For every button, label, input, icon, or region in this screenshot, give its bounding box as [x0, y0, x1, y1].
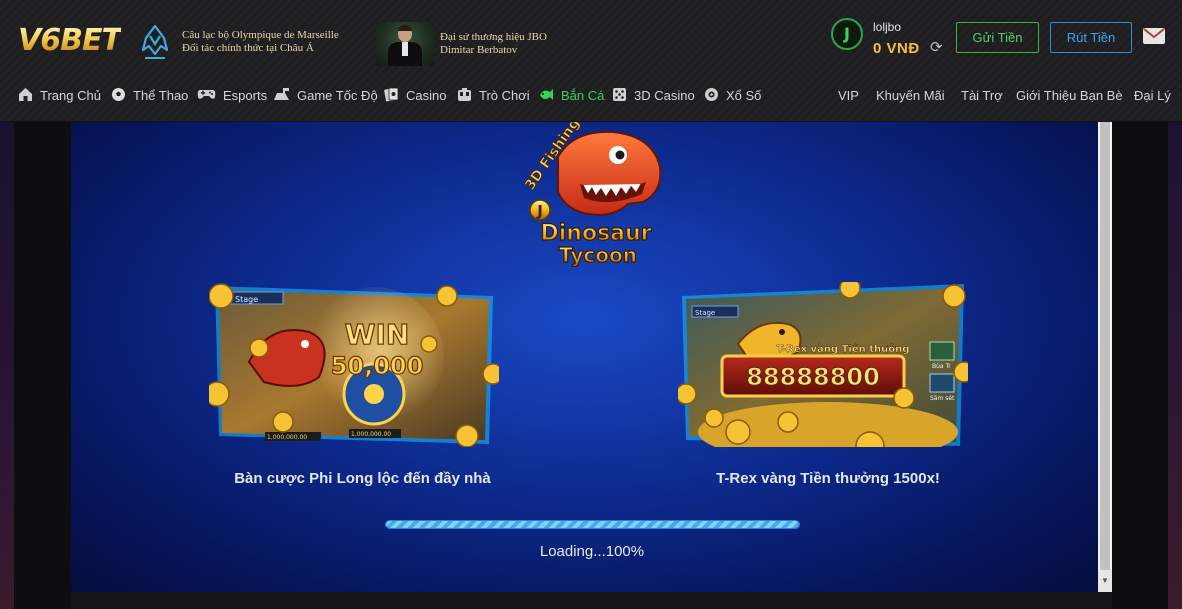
ambassador-text: Đại sứ thương hiệu JBO Dimitar Berbatov: [440, 31, 547, 57]
nav-item-speed-games[interactable]: Game Tốc Độ: [273, 87, 378, 105]
nav-item-promotions[interactable]: Khuyến Mãi: [876, 87, 945, 105]
refresh-icon[interactable]: ⟳: [930, 38, 943, 56]
panel-left-chips: 1,000,000.00: [267, 434, 307, 441]
nav-item-referral[interactable]: Giới Thiệu Bạn Bè: [1016, 87, 1123, 105]
ambassador-line2: Dimitar Berbatov: [440, 44, 518, 56]
home-icon: [19, 88, 32, 101]
slot-machine-icon: [458, 88, 471, 101]
nav-item-sports[interactable]: Thể Thao: [111, 87, 188, 105]
nav-item-agent[interactable]: Đại Lý: [1134, 87, 1171, 105]
fish-icon: [540, 89, 553, 100]
nav-item-casino[interactable]: Casino: [384, 87, 446, 105]
nav-label: Thể Thao: [133, 88, 189, 103]
panel-left-chips-2: 1,000,000.00: [351, 431, 391, 438]
nav-label: Trò Chơi: [479, 88, 530, 103]
panel-right-caption: T-Rex vàng Tiền thưởng 1500x!: [716, 470, 940, 487]
gutter-right: [1112, 122, 1168, 609]
nav-item-vip[interactable]: VIP: [838, 87, 859, 105]
cards-icon: [384, 87, 399, 102]
partner-line2: Đối tác chính thức tại Châu Á: [182, 42, 314, 54]
balance: 0 VNĐ: [873, 40, 920, 57]
gutter-left: [14, 122, 71, 609]
nav-item-sponsorship[interactable]: Tài Trợ: [961, 87, 1003, 105]
nav-item-esports[interactable]: Esports: [197, 87, 267, 105]
nav-label: Bắn Cá: [561, 88, 605, 103]
site-logo[interactable]: V6BET: [18, 26, 122, 56]
panel-right-side-2: Săm sét: [930, 395, 955, 402]
nav-label: Xổ Số: [726, 88, 762, 103]
racing-icon: [274, 88, 289, 100]
nav-label: 3D Casino: [634, 88, 695, 103]
gamepad-icon: [197, 90, 216, 99]
scrollbar-thumb[interactable]: [1100, 122, 1110, 570]
nav-label: Casino: [406, 88, 447, 103]
nav-item-3d-casino[interactable]: 3D Casino: [612, 87, 695, 105]
ambassador-photo: [376, 22, 434, 66]
panel-right-side-1: Bùa Tr: [932, 363, 951, 370]
panel-left-caption: Bàn cược Phi Long lộc đến đầy nhà: [234, 470, 491, 487]
scroll-down-arrow-icon[interactable]: ▼: [1098, 570, 1112, 592]
logo-title-2: Tycoon: [559, 243, 637, 267]
partner-line1: Câu lạc bộ Olympique de Marseille: [182, 29, 339, 41]
nav-item-home[interactable]: Trang Chủ: [18, 87, 101, 105]
nav-label: Esports: [223, 88, 268, 103]
deposit-button[interactable]: Gửi Tiền: [956, 22, 1039, 53]
background-left: [0, 122, 14, 609]
dinosaur-tycoon-logo: 3D Fishing J Dinosaur Tycoon: [518, 115, 668, 270]
nav-item-lottery[interactable]: Xổ Số: [704, 87, 761, 105]
logo-j: J: [536, 202, 543, 220]
panel-left-win: WIN: [345, 318, 410, 351]
promo-panel-left: Stage WIN 50,000 1,000,000.00 1,000,000.…: [204, 282, 504, 448]
panel-left-stage: Stage: [235, 295, 258, 304]
ambassador-line1: Đại sứ thương hiệu JBO: [440, 31, 547, 43]
dice-icon: [613, 88, 626, 101]
nav-label: Game Tốc Độ: [297, 88, 378, 103]
panel-right-bonus-amount: 88888800: [746, 363, 880, 391]
username: loljbo: [873, 20, 902, 34]
bottom-strip: [71, 592, 1112, 609]
lottery-ball-icon: [705, 88, 718, 101]
loading-progress-fill: [386, 521, 799, 528]
soccer-ball-icon: [112, 88, 125, 101]
loading-text: Loading...100%: [539, 543, 645, 560]
panel-right-bonus-title: T-Rex vàng Tiền thưởng: [777, 342, 910, 355]
background-right: [1168, 122, 1182, 609]
nav-item-games[interactable]: Trò Chơi: [457, 87, 530, 105]
nav-label: Trang Chủ: [40, 88, 101, 103]
olympique-marseille-crest-icon: [140, 24, 170, 62]
mail-icon[interactable]: [1143, 28, 1165, 44]
panel-right-stage: Stage: [695, 309, 715, 317]
user-avatar[interactable]: J: [831, 18, 863, 50]
panel-left-amount: 50,000: [331, 352, 424, 380]
loading-progress-bar: [385, 520, 800, 529]
withdraw-button[interactable]: Rút Tiền: [1050, 22, 1132, 53]
promo-panel-right: Stage T-Rex vàng Tiền thưởng 88888800 Bù…: [675, 277, 975, 462]
nav-item-fishing[interactable]: Bắn Cá: [538, 87, 604, 105]
partner-text: Câu lạc bộ Olympique de Marseille Đối tá…: [182, 29, 339, 55]
